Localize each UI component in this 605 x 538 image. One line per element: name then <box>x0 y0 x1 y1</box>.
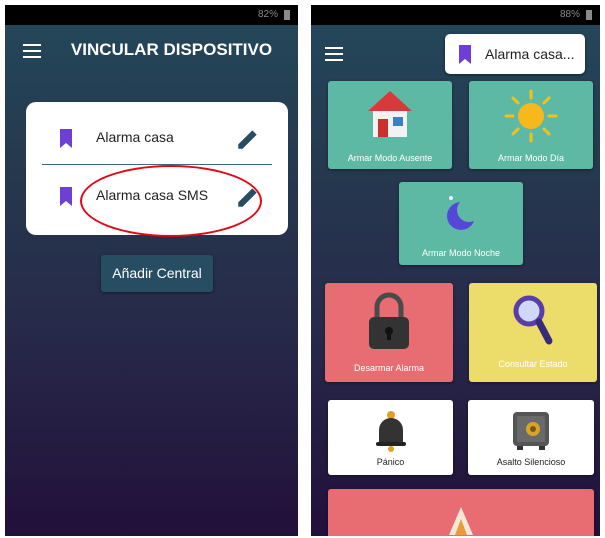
highlight-circle <box>80 165 262 237</box>
magnifier-icon <box>513 295 553 345</box>
selected-device-label: Alarma casa... <box>485 46 575 62</box>
tile-label: Desarmar Alarma <box>353 363 425 373</box>
edit-icon[interactable] <box>235 126 261 152</box>
extra-tile[interactable] <box>328 489 594 536</box>
house-icon <box>368 91 412 137</box>
safe-icon <box>513 412 549 450</box>
device-selector[interactable]: Alarma casa... <box>445 34 585 74</box>
device-item[interactable]: Alarma casa <box>26 108 288 168</box>
panic-tile[interactable]: Pánico <box>328 400 453 475</box>
add-central-button[interactable]: Añadir Central <box>101 255 213 292</box>
page-title: VINCULAR DISPOSITIVO <box>70 40 273 59</box>
tile-label: Armar Modo Día <box>497 153 565 163</box>
tile-label: Armar Modo Ausente <box>347 153 433 163</box>
padlock-icon <box>369 292 409 349</box>
tile-label: Pánico <box>376 457 405 467</box>
arm-night-tile[interactable]: Armar Modo Noche <box>399 182 523 265</box>
left-screen: 82% VINCULAR DISPOSITIVO Alarma casa Ala… <box>5 5 298 536</box>
disarm-tile[interactable]: Desarmar Alarma <box>325 283 453 382</box>
arm-day-tile[interactable]: Armar Modo Día <box>469 81 593 169</box>
status-bar: 88% <box>311 5 600 25</box>
menu-icon[interactable] <box>325 47 343 61</box>
bell-icon <box>375 411 406 452</box>
sun-icon <box>504 89 558 143</box>
check-status-tile[interactable]: Consultar Estado <box>469 283 597 382</box>
tile-label: Consultar Estado <box>498 359 568 369</box>
bookmark-icon <box>60 187 72 206</box>
battery-icon <box>284 10 290 20</box>
bookmark-icon <box>459 45 471 64</box>
silent-assault-tile[interactable]: Asalto Silencioso <box>468 400 594 475</box>
status-bar: 82% <box>5 5 298 25</box>
bookmark-icon <box>60 129 72 148</box>
right-screen: 88% Alarma casa... Armar Modo Ausente Ar… <box>311 5 600 536</box>
tile-label: Armar Modo Noche <box>421 248 501 258</box>
battery-text: 82% <box>257 9 278 20</box>
battery-icon <box>586 10 592 20</box>
tile-label: Asalto Silencioso <box>496 457 566 467</box>
device-label: Alarma casa <box>96 129 174 145</box>
megaphone-icon <box>449 507 473 535</box>
battery-text: 88% <box>559 9 580 20</box>
moon-icon <box>447 196 481 230</box>
arm-away-tile[interactable]: Armar Modo Ausente <box>328 81 452 169</box>
